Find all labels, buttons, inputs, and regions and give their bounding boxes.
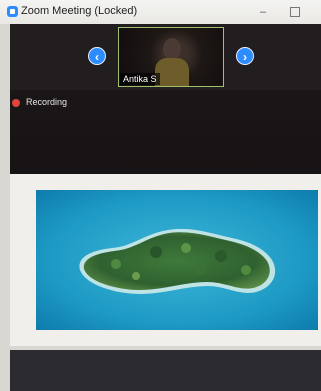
zoom-app-icon xyxy=(7,6,18,17)
participant-body xyxy=(155,58,189,86)
aerial-island-photo xyxy=(36,190,318,330)
meeting-area: ‹ Antika S › Recording xyxy=(10,24,321,174)
video-gallery-strip: ‹ Antika S › xyxy=(10,24,321,90)
participant-name: Antika S xyxy=(120,73,160,85)
participant-video[interactable]: Antika S xyxy=(118,27,224,87)
recording-icon xyxy=(12,99,20,107)
next-page-button[interactable]: › xyxy=(236,47,254,65)
island-illustration xyxy=(36,190,318,330)
maximize-icon[interactable] xyxy=(290,7,300,17)
recording-label: Recording xyxy=(26,97,68,107)
minimize-icon[interactable]: – xyxy=(256,7,270,18)
title-bar: Zoom Meeting (Locked) – xyxy=(0,0,321,24)
participant-head xyxy=(163,38,181,60)
previous-page-button[interactable]: ‹ xyxy=(88,47,106,65)
window-title: Zoom Meeting (Locked) xyxy=(21,5,138,17)
meeting-controls-bar xyxy=(10,350,321,391)
shared-screen xyxy=(10,174,321,346)
